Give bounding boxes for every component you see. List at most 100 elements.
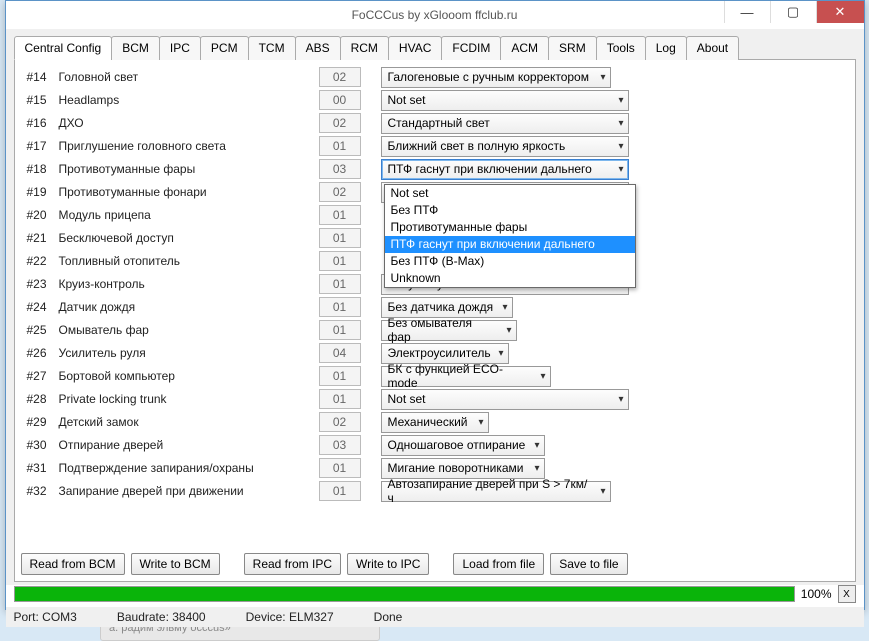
progress-bar [14,586,795,602]
row-code-input[interactable]: 02 [319,182,361,202]
row-index: #19 [21,185,59,199]
row-code-input[interactable]: 01 [319,389,361,409]
row-code-input[interactable]: 03 [319,159,361,179]
close-button[interactable]: ✕ [816,1,864,23]
client-area: Central ConfigBCMIPCPCMTCMABSRCMHVACFCDI… [6,29,864,585]
row-index: #28 [21,392,59,406]
tab-ipc[interactable]: IPC [159,36,201,60]
table-row: #25Омыватель фар01Без омывателя фар [21,319,847,341]
row-index: #16 [21,116,59,130]
row-index: #25 [21,323,59,337]
row-label: Усилитель руля [59,346,319,360]
tab-rcm[interactable]: RCM [340,36,389,60]
row-select[interactable]: ПТФ гаснут при включении дальнего [381,159,629,180]
row-select[interactable]: Без омывателя фар [381,320,517,341]
tab-about[interactable]: About [686,36,739,60]
row-code-input[interactable]: 03 [319,435,361,455]
row-select[interactable]: Стандартный свет [381,113,629,134]
row-code-input[interactable]: 01 [319,366,361,386]
row-label: Бесключевой доступ [59,231,319,245]
tab-fcdim[interactable]: FCDIM [441,36,501,60]
dropdown-list[interactable]: Not setБез ПТФПротивотуманные фарыПТФ га… [384,184,636,288]
row-label: ДХО [59,116,319,130]
status-state: Done [374,610,403,624]
dropdown-option[interactable]: Противотуманные фары [385,219,635,236]
save-file-button[interactable]: Save to file [550,553,627,575]
row-code-input[interactable]: 01 [319,136,361,156]
tab-tcm[interactable]: TCM [248,36,296,60]
row-select[interactable]: БК с функцией ECO-mode [381,366,551,387]
dropdown-option[interactable]: Без ПТФ (B-Max) [385,253,635,270]
row-select[interactable]: Not set [381,389,629,410]
row-index: #21 [21,231,59,245]
row-code-input[interactable]: 01 [319,481,361,501]
read-bcm-button[interactable]: Read from BCM [21,553,125,575]
write-bcm-button[interactable]: Write to BCM [131,553,220,575]
row-select[interactable]: Без датчика дождя [381,297,513,318]
tab-abs[interactable]: ABS [295,36,341,60]
tab-hvac[interactable]: HVAC [388,36,442,60]
dropdown-option[interactable]: Без ПТФ [385,202,635,219]
row-label: Бортовой компьютер [59,369,319,383]
read-ipc-button[interactable]: Read from IPC [244,553,341,575]
tab-bcm[interactable]: BCM [111,36,160,60]
table-row: #27Бортовой компьютер01БК с функцией ECO… [21,365,847,387]
row-code-input[interactable]: 01 [319,297,361,317]
write-ipc-button[interactable]: Write to IPC [347,553,429,575]
row-code-input[interactable]: 01 [319,320,361,340]
row-select[interactable]: Not set [381,90,629,111]
row-index: #26 [21,346,59,360]
row-select[interactable]: Автозапирание дверей при S > 7км/ч [381,481,611,502]
row-label: Приглушение головного света [59,139,319,153]
tab-acm[interactable]: ACM [500,36,549,60]
row-index: #14 [21,70,59,84]
window-title: FoCCCus by xGlooom ffclub.ru [352,8,518,22]
button-bar: Read from BCM Write to BCM Read from IPC… [21,545,849,575]
tab-tools[interactable]: Tools [596,36,646,60]
row-code-input[interactable]: 01 [319,458,361,478]
row-select[interactable]: Электроусилитель [381,343,509,364]
row-select[interactable]: Ближний свет в полную яркость [381,136,629,157]
row-index: #15 [21,93,59,107]
row-select[interactable]: Мигание поворотниками [381,458,545,479]
tab-panel: #14Головной свет02Галогеновые с ручным к… [14,60,856,582]
progress-row: 100% X [6,585,864,607]
titlebar: FoCCCus by xGlooom ffclub.ru — ▢ ✕ [6,1,864,29]
row-code-input[interactable]: 04 [319,343,361,363]
minimize-button[interactable]: — [724,1,770,23]
row-code-input[interactable]: 01 [319,251,361,271]
dropdown-option[interactable]: Unknown [385,270,635,287]
dropdown-option[interactable]: ПТФ гаснут при включении дальнего [385,236,635,253]
row-code-input[interactable]: 02 [319,412,361,432]
table-row: #32Запирание дверей при движении01Автоза… [21,480,847,502]
row-code-input[interactable]: 01 [319,274,361,294]
table-row: #16ДХО02 Стандартный свет [21,112,847,134]
maximize-button[interactable]: ▢ [770,1,816,23]
tab-log[interactable]: Log [645,36,687,60]
row-code-input[interactable]: 01 [319,205,361,225]
row-index: #31 [21,461,59,475]
table-row: #15Headlamps00Not set [21,89,847,111]
row-code-input[interactable]: 00 [319,90,361,110]
status-bar: Port: COM3 Baudrate: 38400 Device: ELM32… [6,607,864,627]
row-label: Запирание дверей при движении [59,484,319,498]
dropdown-option[interactable]: Not set [385,185,635,202]
row-select[interactable]: Галогеновые с ручным корректором [381,67,611,88]
row-code-input[interactable]: 01 [319,228,361,248]
table-row: #18Противотуманные фары03ПТФ гаснут при … [21,158,847,180]
row-index: #30 [21,438,59,452]
row-label: Головной свет [59,70,319,84]
progress-cancel-button[interactable]: X [838,585,856,603]
row-index: #17 [21,139,59,153]
row-index: #23 [21,277,59,291]
row-code-input[interactable]: 02 [319,113,361,133]
table-row: #14Головной свет02 Галогеновые с ручным к… [21,66,847,88]
load-file-button[interactable]: Load from file [453,553,544,575]
tab-central-config[interactable]: Central Config [14,36,113,60]
row-select[interactable]: Механический [381,412,489,433]
row-code-input[interactable]: 02 [319,67,361,87]
row-select[interactable]: Одношаговое отпирание [381,435,545,456]
row-label: Детский замок [59,415,319,429]
tab-pcm[interactable]: PCM [200,36,249,60]
tab-srm[interactable]: SRM [548,36,597,60]
